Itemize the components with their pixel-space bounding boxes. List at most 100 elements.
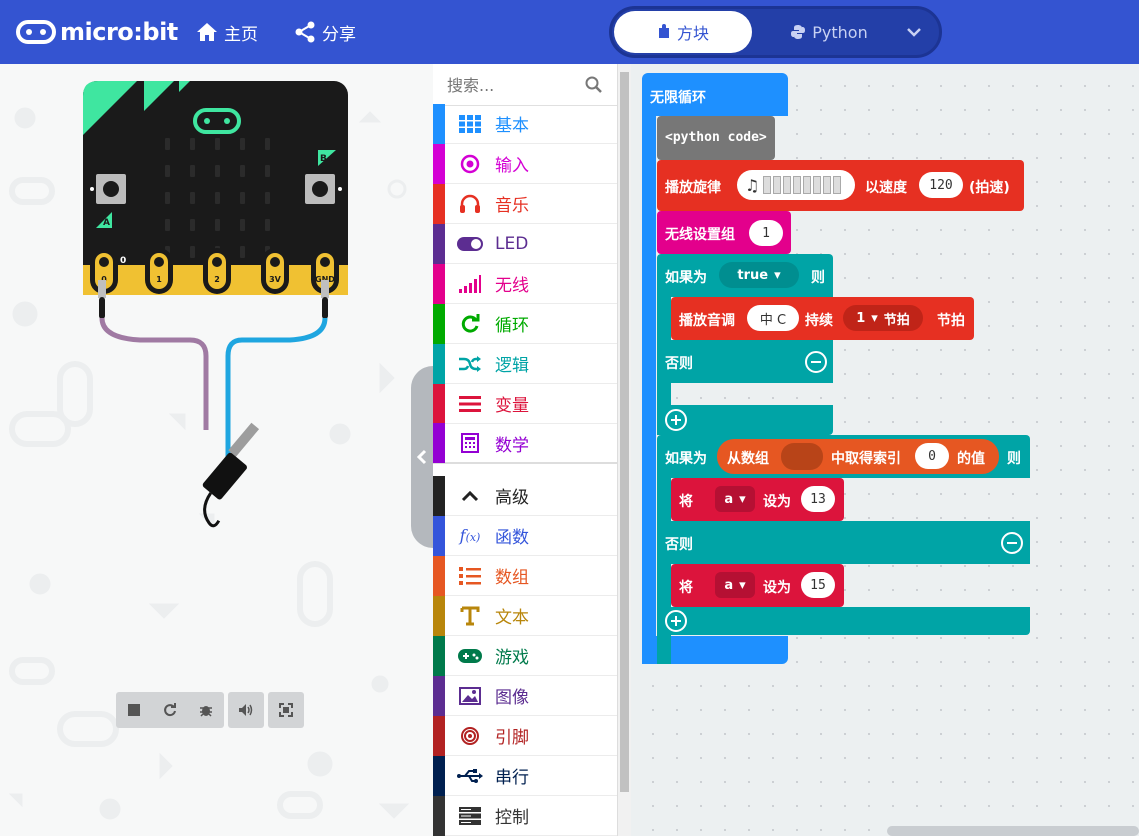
add-else-button[interactable] (665, 610, 687, 632)
search-icon[interactable] (585, 76, 603, 94)
value-of-label: 的值 (957, 451, 985, 467)
beats-dropdown[interactable]: 1 ▾ 节拍 (843, 305, 923, 331)
category-math[interactable]: 数学 (433, 423, 617, 464)
button-a-label: A (103, 218, 110, 228)
caret-down-icon: ▾ (871, 310, 878, 326)
category-color-bar (433, 303, 445, 344)
category-radio[interactable]: 无线 (433, 263, 617, 304)
category-color-bar (433, 475, 445, 516)
search-input[interactable] (447, 74, 587, 96)
headphone-wires (98, 280, 329, 528)
editor-menu-button[interactable] (894, 11, 934, 53)
scrollbar-thumb[interactable] (620, 72, 629, 792)
else2-label: 否则 (665, 537, 693, 553)
collapse-simulator-button[interactable] (411, 366, 433, 548)
category-music[interactable]: 音乐 (433, 183, 617, 224)
category-arrays[interactable]: 数组 (433, 555, 617, 596)
category-pins[interactable]: 引脚 (433, 715, 617, 756)
category-basic[interactable]: 基本 (433, 103, 617, 144)
remove-else-button[interactable] (1001, 532, 1023, 554)
category-advanced[interactable]: 高级 (433, 475, 617, 516)
forever-block[interactable]: 无限循环 (642, 73, 788, 116)
chevron-up-icon (453, 490, 487, 502)
note-picker[interactable]: 中 C (747, 305, 799, 331)
category-serial[interactable]: 串行 (433, 755, 617, 796)
toolbox-scrollbar[interactable] (617, 64, 631, 836)
restart-button[interactable] (152, 692, 188, 728)
category-input[interactable]: 输入 (433, 143, 617, 184)
array-get-block[interactable]: 从数组 中取得索引 0 的值 (717, 439, 999, 474)
signal-icon (453, 274, 487, 293)
forever-label: 无限循环 (650, 90, 706, 106)
python-code-block[interactable]: <python code> (657, 116, 775, 160)
share-icon (295, 21, 315, 43)
play-tone-label: 播放音调 (679, 313, 735, 329)
stop-button[interactable] (116, 692, 152, 728)
shuffle-icon (453, 355, 487, 373)
microbit-logo-icon (16, 20, 56, 44)
category-label: LED (495, 233, 529, 254)
set-variable-block-2[interactable]: 将 a ▾ 设为 15 (671, 564, 844, 607)
puzzle-icon (658, 24, 669, 38)
category-images[interactable]: 图像 (433, 675, 617, 716)
add-else-button[interactable] (665, 409, 687, 431)
category-control[interactable]: 控制 (433, 795, 617, 836)
fullscreen-button[interactable] (268, 692, 304, 728)
music-note-icon: ♫ (745, 175, 760, 195)
melody-editor[interactable]: ♫ (737, 170, 855, 200)
text-icon (453, 606, 487, 626)
toggle-icon (453, 236, 487, 251)
python-tab[interactable]: Python (774, 11, 884, 53)
variable-dropdown[interactable]: a ▾ (715, 486, 755, 512)
if-block-2[interactable]: 如果为 从数组 中取得索引 0 的值 则 (657, 435, 1030, 478)
category-game[interactable]: 游戏 (433, 635, 617, 676)
remove-else-button[interactable] (805, 351, 827, 373)
category-label: 数组 (495, 568, 529, 588)
variable-dropdown[interactable]: a ▾ (715, 572, 755, 598)
category-led[interactable]: LED (433, 223, 617, 264)
else-row-1: 否则 (657, 340, 833, 383)
mute-button[interactable] (228, 692, 264, 728)
if-block-2-side (657, 478, 671, 664)
category-color-bar (433, 715, 445, 756)
blocks-workspace[interactable]: 无限循环 <python code> 播放旋律 ♫ 以速度 120 (拍速) 无… (631, 64, 1139, 836)
category-loops[interactable]: 循环 (433, 303, 617, 344)
category-color-bar (433, 423, 445, 463)
workspace-horizontal-scrollbar[interactable] (887, 826, 1139, 836)
radio-set-group-block[interactable]: 无线设置组 1 (657, 211, 791, 254)
headphones-icon (453, 194, 487, 214)
category-text[interactable]: 文本 (433, 595, 617, 636)
simulator-panel: A B 0 1 2 3V GND 0 (0, 64, 433, 836)
array-slot[interactable] (781, 443, 823, 470)
blocks-tab[interactable]: 方块 (614, 11, 752, 53)
home-button[interactable]: 主页 (196, 20, 258, 45)
share-button[interactable]: 分享 (294, 20, 356, 45)
mute-icon (239, 704, 253, 716)
caret-down-icon: ▾ (739, 577, 746, 593)
category-label: 循环 (495, 316, 529, 336)
category-functions[interactable]: f(x) 函数 (433, 515, 617, 556)
set-variable-block-1[interactable]: 将 a ▾ 设为 13 (671, 478, 844, 521)
if-block-1-bottom (657, 405, 833, 435)
value-input[interactable]: 15 (801, 572, 835, 598)
share-label: 分享 (322, 24, 356, 45)
for-label: 持续 (805, 313, 833, 329)
tempo-input[interactable]: 120 (919, 172, 963, 198)
condition-dropdown[interactable]: true ▾ (719, 262, 799, 288)
category-logic[interactable]: 逻辑 (433, 343, 617, 384)
category-color-bar (433, 383, 445, 424)
index-input[interactable]: 0 (915, 443, 949, 469)
category-label: 变量 (495, 396, 529, 416)
microbit-logo[interactable]: micro:bit (16, 18, 178, 46)
play-melody-block[interactable]: 播放旋律 ♫ 以速度 120 (拍速) (657, 160, 1024, 211)
play-tone-block[interactable]: 播放音调 中 C 持续 1 ▾ 节拍 节拍 (671, 297, 974, 340)
radio-group-input[interactable]: 1 (749, 220, 783, 246)
from-array-label: 从数组 (727, 451, 769, 467)
plus-icon (671, 415, 681, 425)
if-block-1[interactable]: 如果为 true ▾ 则 (657, 254, 833, 297)
category-variables[interactable]: 变量 (433, 383, 617, 424)
editor-toggle: 方块 Python (609, 6, 942, 58)
debug-button[interactable] (188, 692, 224, 728)
chevron-left-icon (417, 449, 427, 465)
value-input[interactable]: 13 (801, 486, 835, 512)
